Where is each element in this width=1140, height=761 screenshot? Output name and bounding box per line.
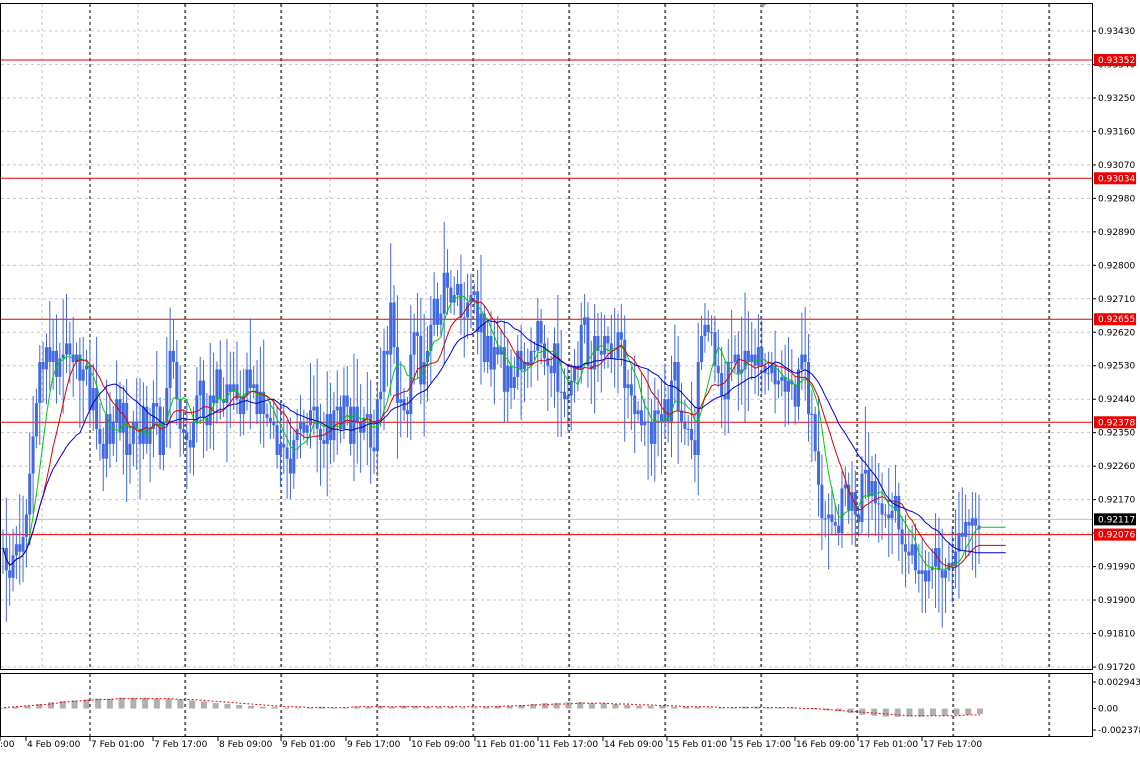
level-label: 0.92076 bbox=[1098, 531, 1135, 541]
price-tick-label: 0.92260 bbox=[1098, 462, 1135, 472]
level-label: 0.92655 bbox=[1098, 315, 1135, 325]
osc-tick-label: 0.002943 bbox=[1098, 678, 1140, 688]
price-tick-label: 0.92980 bbox=[1098, 194, 1135, 204]
time-tick-label: 15 Feb 17:00 bbox=[732, 740, 791, 750]
price-tick-label: 0.91720 bbox=[1098, 663, 1135, 673]
price-tick-label: 0.93250 bbox=[1098, 94, 1135, 104]
time-tick-label: 11 Feb 17:00 bbox=[539, 740, 598, 750]
price-tick-label: 0.93070 bbox=[1098, 161, 1135, 171]
time-tick-label: 7 Feb 17:00 bbox=[154, 740, 208, 750]
price-tick-label: 0.92440 bbox=[1098, 395, 1135, 405]
price-tick-label: 0.91810 bbox=[1098, 630, 1135, 640]
price-tick-label: 0.92620 bbox=[1098, 328, 1135, 338]
price-tick-label: 0.93430 bbox=[1098, 27, 1135, 37]
time-tick-label: 17 Feb 17:00 bbox=[923, 740, 982, 750]
price-tick-label: 0.92350 bbox=[1098, 429, 1135, 439]
price-tick-label: 0.91900 bbox=[1098, 596, 1135, 606]
price-tick-label: 0.92530 bbox=[1098, 362, 1135, 372]
time-tick-label: 4 Feb 09:00 bbox=[27, 740, 81, 750]
price-tick-label: 0.92800 bbox=[1098, 261, 1135, 271]
current-price-label: 0.92117 bbox=[1098, 515, 1135, 525]
chart-window[interactable]: 0.934300.933400.932500.931600.930700.929… bbox=[0, 0, 1140, 757]
osc-tick-label: 0.00 bbox=[1098, 705, 1118, 715]
time-tick-label: 11 Feb 01:00 bbox=[476, 740, 535, 750]
time-tick-label: 8 Feb 09:00 bbox=[219, 740, 273, 750]
price-tick-label: 0.91990 bbox=[1098, 563, 1135, 573]
time-tick-label: 10 Feb 09:00 bbox=[411, 740, 470, 750]
price-tick-label: 0.92170 bbox=[1098, 496, 1135, 506]
time-tick-label: 7 Feb 01:00 bbox=[91, 740, 145, 750]
level-label: 0.93352 bbox=[1098, 56, 1135, 66]
price-tick-label: 0.92710 bbox=[1098, 295, 1135, 305]
time-tick-label: 16 Feb 09:00 bbox=[796, 740, 855, 750]
time-tick-label: :00 bbox=[0, 740, 15, 750]
price-tick-label: 0.93160 bbox=[1098, 127, 1135, 137]
level-label: 0.92378 bbox=[1098, 418, 1135, 428]
price-tick-label: 0.92890 bbox=[1098, 228, 1135, 238]
osc-tick-label: -0.002378 bbox=[1098, 726, 1140, 736]
time-tick-label: 9 Feb 01:00 bbox=[282, 740, 336, 750]
level-label: 0.93034 bbox=[1098, 174, 1135, 184]
time-tick-label: 17 Feb 01:00 bbox=[859, 740, 918, 750]
time-tick-label: 9 Feb 17:00 bbox=[347, 740, 401, 750]
time-tick-label: 14 Feb 09:00 bbox=[604, 740, 663, 750]
chart-canvas[interactable]: 0.934300.933400.932500.931600.930700.929… bbox=[0, 0, 1140, 757]
time-tick-label: 15 Feb 01:00 bbox=[668, 740, 727, 750]
